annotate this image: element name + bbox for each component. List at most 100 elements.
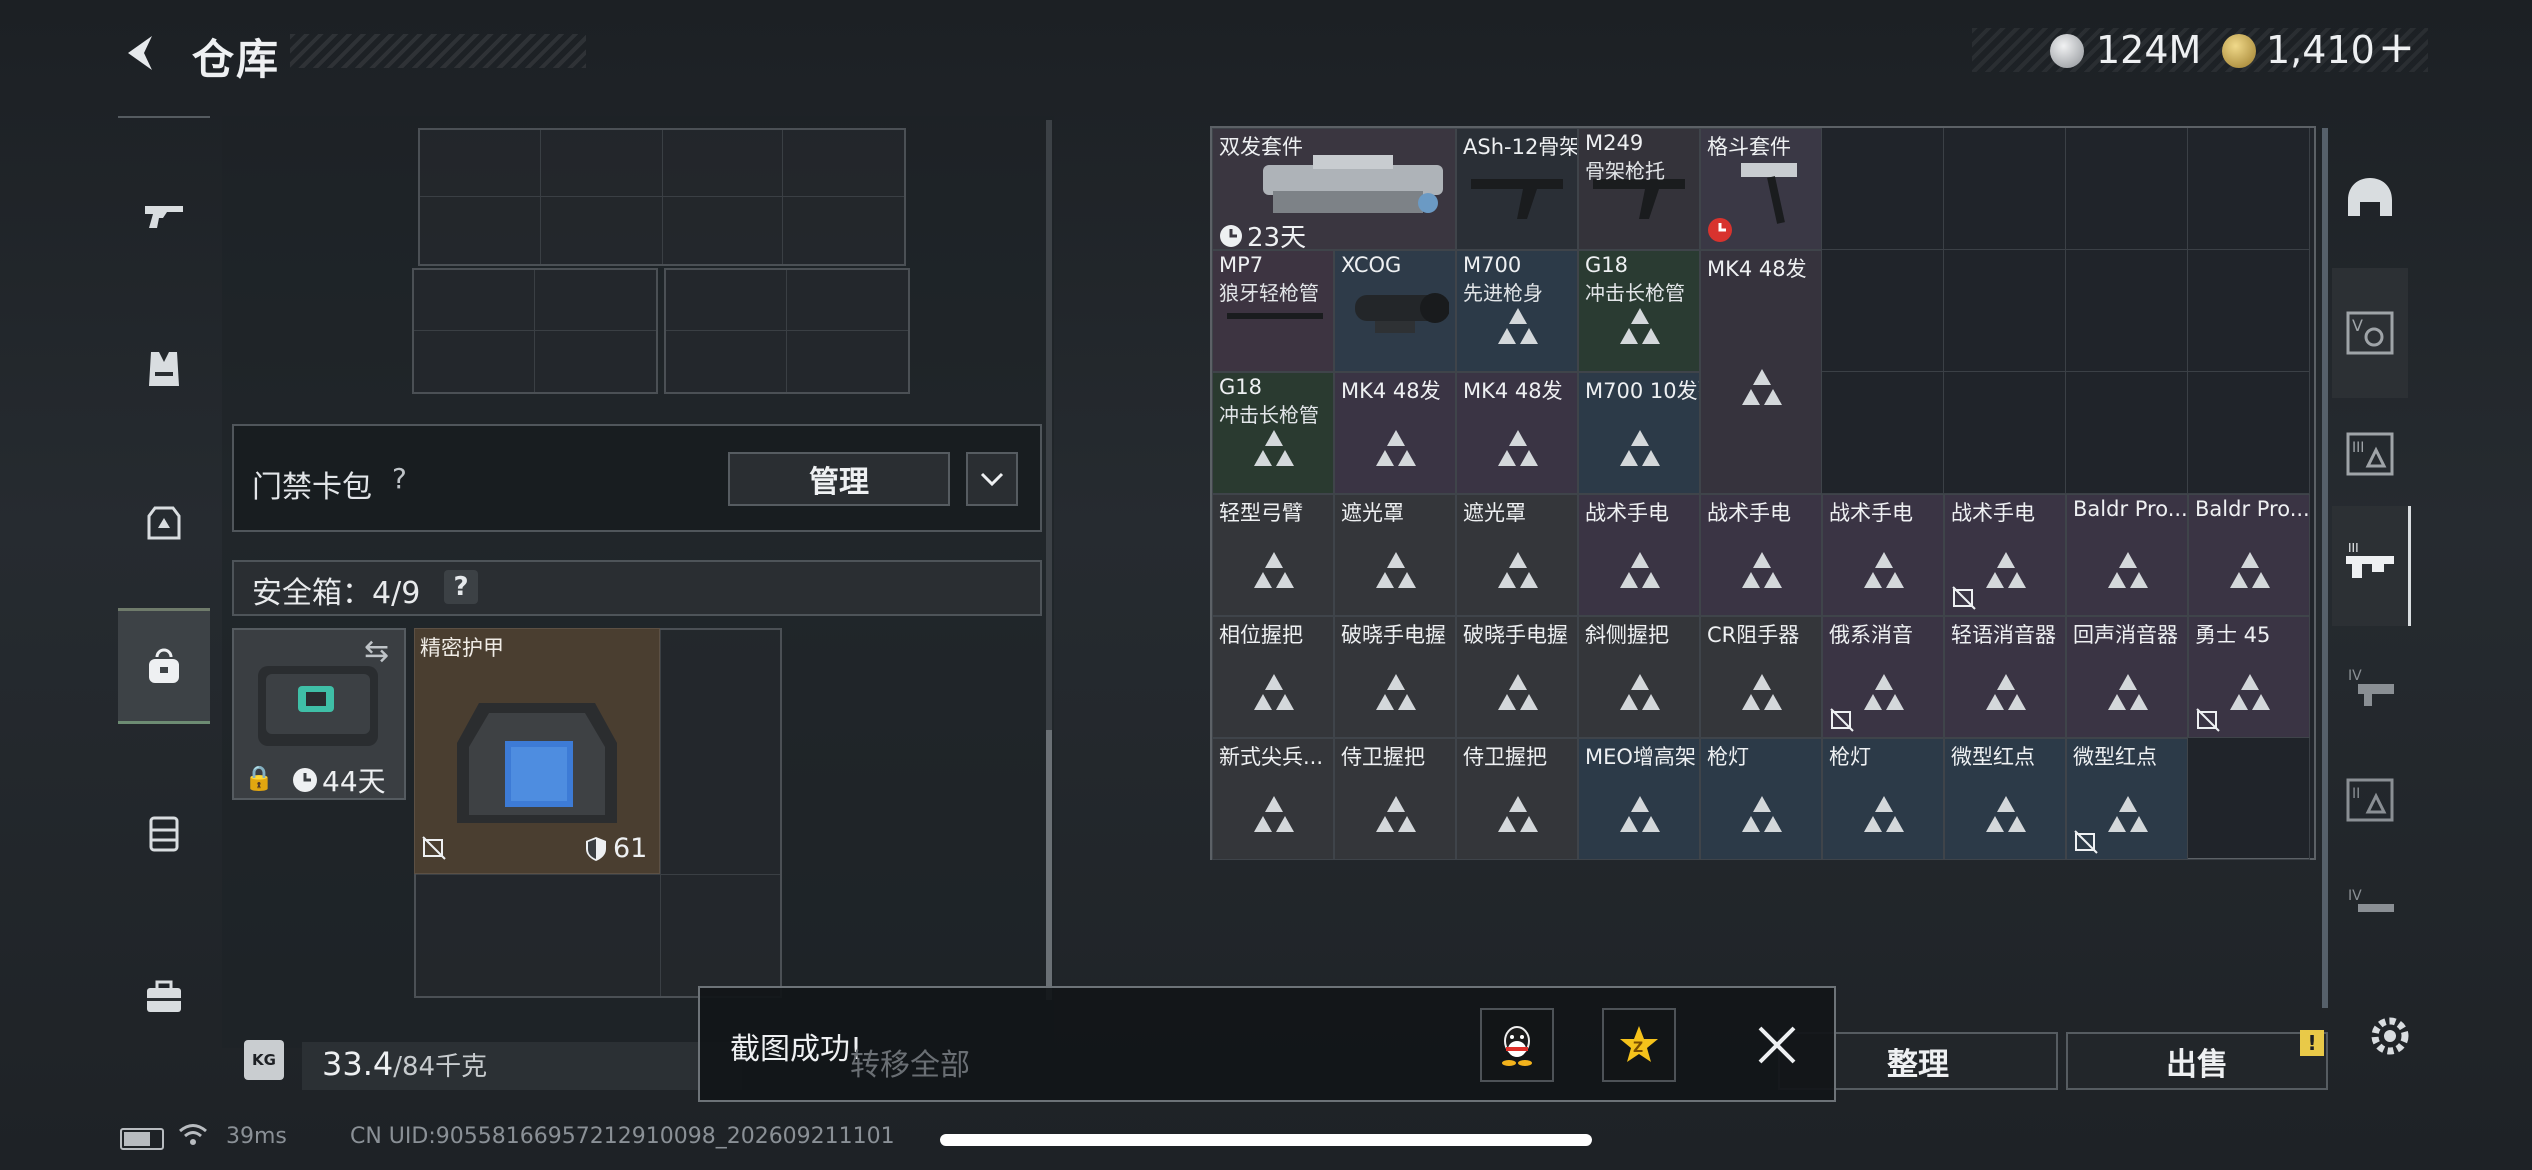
safe-box-help-button[interactable]: ? (444, 570, 478, 604)
nav-tier-iii[interactable]: III (2332, 404, 2408, 504)
stash-item[interactable]: MP7 狼牙轻枪管 (1212, 250, 1334, 372)
swap-icon[interactable]: ⇆ (364, 634, 389, 669)
stash-item[interactable]: MEO增高架 (1578, 738, 1700, 860)
empty-container-grid[interactable] (664, 268, 910, 394)
item-name: Baldr Pro... (2195, 497, 2310, 521)
sell-button[interactable]: 出售 (2066, 1032, 2328, 1090)
empty-container-grid[interactable] (412, 268, 658, 394)
stash-item[interactable]: 勇士 45 (2188, 616, 2310, 738)
keycard-expand-button[interactable] (966, 452, 1018, 506)
item-name: 枪灯 (1829, 745, 1871, 769)
right-scrollbar-thumb[interactable] (2322, 128, 2328, 1008)
stash-item[interactable]: G18 冲击长枪管 (1212, 372, 1334, 494)
left-scrollbar-thumb[interactable] (1046, 730, 1052, 1000)
stash-item[interactable]: 破晓手电握 (1334, 616, 1456, 738)
nav-tier-v[interactable]: V (2332, 268, 2408, 398)
item-name: 遮光罩 (1463, 501, 1526, 525)
stash-item[interactable]: M700 10发弹匣 (1578, 372, 1700, 494)
gear-icon[interactable] (2364, 1010, 2416, 1062)
stash-item[interactable]: 战术手电 (1578, 494, 1700, 616)
stash-item[interactable]: 俄系消音 (1822, 616, 1944, 738)
add-currency-button[interactable]: + (2378, 22, 2415, 73)
placeholder-item-icon (2230, 674, 2270, 710)
stash-item[interactable]: MK4 48发 (1334, 372, 1456, 494)
stash-item[interactable]: 格斗套件 (1700, 128, 1822, 250)
nav-helmet[interactable] (2332, 150, 2408, 250)
qzone-icon: Z (1620, 1026, 1658, 1062)
placeholder-item-icon (1254, 674, 1294, 710)
empty-container-grid[interactable] (418, 128, 906, 266)
item-name: 新式尖兵... (1219, 745, 1324, 769)
stash-item[interactable]: 侍卫握把 (1456, 738, 1578, 860)
item-name: MK4 48发 (1707, 257, 1807, 281)
keycard-help-button[interactable]: ? (392, 462, 407, 495)
stash-item[interactable]: 双发套件 23天 (1212, 128, 1456, 250)
stash-item[interactable]: Baldr Pro... (2188, 494, 2310, 616)
item-subtitle: 冲击长枪管 (1219, 403, 1319, 427)
stash-item[interactable]: 枪灯 (1822, 738, 1944, 860)
silver-coin-icon (2050, 34, 2084, 68)
pistol-icon (145, 206, 183, 228)
share-qzone-button[interactable]: Z (1602, 1008, 1676, 1082)
close-icon[interactable] (1752, 1020, 1802, 1070)
red-clock-icon (1708, 218, 1732, 242)
stash-item[interactable]: 轻型弓臂 (1212, 494, 1334, 616)
nav-rig[interactable] (118, 778, 210, 888)
stash-item[interactable]: 枪灯 (1700, 738, 1822, 860)
stash-item[interactable]: 新式尖兵... (1212, 738, 1334, 860)
stash-item[interactable]: 微型红点 (1944, 738, 2066, 860)
nav-toolbox[interactable] (118, 942, 210, 1052)
stash-item[interactable]: G18 冲击长枪管 (1578, 250, 1700, 372)
share-qq-button[interactable] (1480, 1008, 1554, 1082)
item-name: 微型红点 (1951, 745, 2035, 769)
stash-item[interactable]: 战术手电 (1700, 494, 1822, 616)
stash-item[interactable]: 遮光罩 (1456, 494, 1578, 616)
stash-item[interactable]: 微型红点 (2066, 738, 2188, 860)
stash-item[interactable]: M249 骨架枪托 (1578, 128, 1700, 250)
stash-item[interactable]: XCOG (1334, 250, 1456, 372)
rig-icon (149, 816, 179, 852)
stash-item[interactable]: 破晓手电握 (1456, 616, 1578, 738)
stash-item[interactable]: 轻语消音器 (1944, 616, 2066, 738)
nav-weapons[interactable] (118, 160, 210, 270)
stash-item[interactable]: CR阻手器 (1700, 616, 1822, 738)
svg-text:Z: Z (1633, 1040, 1643, 1056)
stash-item[interactable]: 侍卫握把 (1334, 738, 1456, 860)
home-indicator[interactable] (940, 1134, 1592, 1146)
stash-item[interactable]: 斜侧握把 (1578, 616, 1700, 738)
item-name: ASh-12骨架 (1463, 135, 1578, 159)
item-name: 战术手电 (1951, 501, 2035, 525)
back-arrow-icon[interactable] (118, 30, 164, 76)
page-title: 仓库 (192, 35, 281, 84)
stash-item[interactable]: 战术手电 (1822, 494, 1944, 616)
placeholder-item-icon (1742, 796, 1782, 832)
nav-rifle-rack[interactable]: III (2332, 506, 2411, 626)
stash-item[interactable]: 相位握把 (1212, 616, 1334, 738)
placeholder-item-icon (1498, 796, 1538, 832)
wifi-icon (179, 1124, 207, 1145)
placeholder-item-icon (1986, 796, 2026, 832)
nav-tier-iv[interactable]: IV (2332, 640, 2408, 740)
manage-button[interactable]: 管理 (728, 452, 950, 506)
safe-case-item[interactable]: ⇆ 🔒 44天 (232, 628, 406, 800)
nav-tier-ii[interactable]: II (2332, 750, 2408, 850)
stash-item[interactable]: M700 先进枪身 (1456, 250, 1578, 372)
stash-item[interactable]: MK4 48发 (1456, 372, 1578, 494)
svg-text:IV: IV (2348, 668, 2362, 684)
transfer-all-button[interactable]: 转移全部 (850, 1040, 970, 1084)
armor-item[interactable]: 61 (414, 628, 660, 874)
nav-backpack[interactable] (118, 466, 210, 576)
nav-safe-case[interactable] (118, 608, 210, 724)
placeholder-item-icon (1864, 552, 1904, 588)
stash-item[interactable]: Baldr Pro... (2066, 494, 2188, 616)
item-name: 斜侧握把 (1585, 623, 1669, 647)
nav-armor[interactable] (118, 314, 210, 424)
item-name: 轻语消音器 (1951, 623, 2056, 647)
stash-item[interactable]: ASh-12骨架 (1456, 128, 1578, 250)
nav-tier-iv-b[interactable]: IV (2332, 860, 2408, 960)
stash-item[interactable]: 战术手电 (1944, 494, 2066, 616)
stash-item[interactable]: MK4 48发 (1700, 250, 1822, 494)
stash-item[interactable]: 回声消音器 (2066, 616, 2188, 738)
placeholder-item-icon (2108, 796, 2148, 832)
stash-item[interactable]: 遮光罩 (1334, 494, 1456, 616)
